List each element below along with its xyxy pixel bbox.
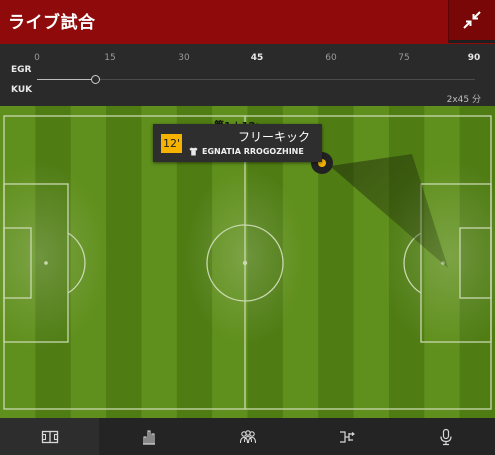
timeline-tick: 30 [178,53,189,63]
timeline-tick-fulltime: 90 [468,53,481,63]
event-player: EGNATIA RROGOZHINE [189,147,304,156]
collapse-arrows-icon [462,10,482,30]
microphone-icon [437,428,455,446]
team-away-label: KUK [11,85,32,95]
substitutions-icon [338,428,356,446]
page-title: ライブ試合 [8,8,96,33]
event-tooltip: 12' フリーキック EGNATIA RROGOZHINE [153,124,322,162]
timeline-tick: 75 [398,53,409,63]
timeline-scrubber[interactable] [91,75,100,84]
bottom-nav [0,418,495,455]
match-duration: 2x45 分 [447,92,481,105]
tab-pitch[interactable] [0,418,99,455]
timeline-tick: 15 [104,53,115,63]
pitch-stripe [106,106,142,418]
timeline-progress [37,79,95,80]
tab-commentary[interactable] [396,418,495,455]
stats-bars-icon [140,428,158,446]
event-minute-badge: 12' [161,134,182,153]
tab-stats[interactable] [99,418,198,455]
collapse-button[interactable] [448,0,495,43]
team-home-label: EGR [11,65,31,75]
timeline-tick-halftime: 45 [251,53,264,63]
timeline-tick: 60 [325,53,336,63]
timeline-track[interactable] [37,79,475,80]
tab-substitutions[interactable] [297,418,396,455]
event-type: フリーキック [238,128,310,145]
timeline-tick: 0 [34,53,40,63]
lineups-icon [239,428,257,446]
jersey-icon [189,147,198,156]
pitch-icon [41,428,59,446]
tab-lineups[interactable] [198,418,297,455]
match-timeline: 0 15 30 45 60 75 90 EGR KUK 2x45 分 [0,44,495,106]
event-player-name: EGNATIA RROGOZHINE [202,147,304,156]
header-bar: ライブ試合 [0,0,495,44]
